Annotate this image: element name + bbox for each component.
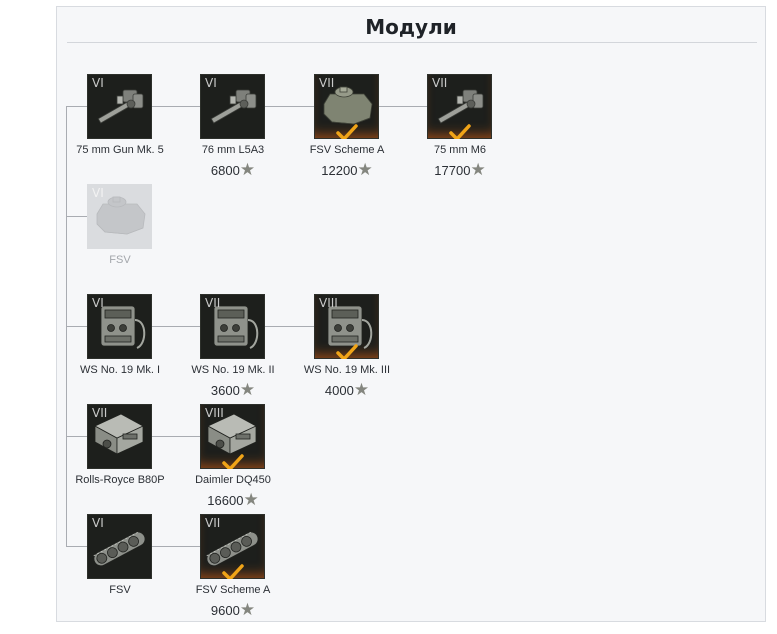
module-tile[interactable]: VI bbox=[87, 514, 152, 579]
module-tier: VII bbox=[432, 76, 448, 90]
module-tier: VI bbox=[205, 76, 217, 90]
module-name: FSV bbox=[109, 584, 131, 596]
module-name: 75 mm M6 bbox=[434, 144, 486, 156]
panel-title: Модули bbox=[365, 15, 457, 39]
module-tier: VII bbox=[205, 516, 221, 530]
installed-check-icon bbox=[336, 344, 358, 359]
experience-star-icon: ★ bbox=[239, 380, 256, 399]
module-name: Daimler DQ450 bbox=[195, 474, 271, 486]
module-tile[interactable]: VI bbox=[87, 74, 152, 139]
experience-star-icon: ★ bbox=[353, 380, 370, 399]
module-tier: VII bbox=[92, 406, 108, 420]
module-tier: VII bbox=[319, 76, 335, 90]
module-tile[interactable]: VII bbox=[200, 514, 265, 579]
experience-star-icon: ★ bbox=[239, 160, 256, 179]
module-tier: VIII bbox=[205, 406, 224, 420]
module-price: 9600★ bbox=[173, 600, 293, 620]
module-price: 6800★ bbox=[173, 160, 293, 180]
price-value: 17700 bbox=[434, 163, 471, 178]
module-name: FSV Scheme A bbox=[195, 584, 271, 596]
module-tier: VI bbox=[92, 76, 104, 90]
modules-panel: Модули VI 75 mm Gun Mk. 5 VI 76 mm L5A3 680… bbox=[56, 6, 766, 622]
module-name: Rolls-Royce B80P bbox=[75, 474, 165, 486]
price-value: 9600 bbox=[210, 603, 240, 618]
module-price: 16600★ bbox=[173, 490, 293, 510]
experience-star-icon: ★ bbox=[357, 160, 373, 179]
module-tile[interactable]: VII bbox=[314, 74, 379, 139]
price-value: 3600 bbox=[210, 383, 240, 398]
module-price: 4000★ bbox=[287, 380, 407, 400]
module-name: FSV bbox=[109, 254, 131, 266]
module-tier: VI bbox=[92, 186, 104, 200]
price-value: 16600 bbox=[207, 493, 244, 508]
installed-check-icon bbox=[222, 454, 244, 469]
module-tile[interactable]: VI bbox=[87, 184, 152, 249]
module-name: 76 mm L5A3 bbox=[201, 144, 265, 156]
module-name: WS No. 19 Mk. I bbox=[79, 364, 161, 376]
module-tile[interactable]: VI bbox=[87, 294, 152, 359]
title-divider bbox=[67, 42, 757, 43]
price-value: 4000 bbox=[324, 383, 354, 398]
module-tile[interactable]: VIII bbox=[200, 404, 265, 469]
installed-check-icon bbox=[336, 124, 358, 139]
installed-check-icon bbox=[449, 124, 471, 139]
experience-star-icon: ★ bbox=[470, 160, 486, 179]
module-tile[interactable]: VII bbox=[200, 294, 265, 359]
module-name: 75 mm Gun Mk. 5 bbox=[76, 144, 164, 156]
price-value: 12200 bbox=[321, 163, 358, 178]
module-price: 3600★ bbox=[173, 380, 293, 400]
tree-branch-line bbox=[66, 216, 87, 217]
module-tile[interactable]: VII bbox=[87, 404, 152, 469]
module-price: 12200★ bbox=[287, 160, 407, 180]
experience-star-icon: ★ bbox=[239, 600, 256, 619]
module-name: WS No. 19 Mk. III bbox=[303, 364, 391, 376]
module-tile[interactable]: VII bbox=[427, 74, 492, 139]
module-tier: VIII bbox=[319, 296, 338, 310]
module-tier: VII bbox=[205, 296, 221, 310]
module-name: FSV Scheme A bbox=[309, 144, 385, 156]
module-tier: VI bbox=[92, 516, 104, 530]
experience-star-icon: ★ bbox=[243, 490, 259, 509]
price-value: 6800 bbox=[210, 163, 240, 178]
module-name: WS No. 19 Mk. II bbox=[191, 364, 275, 376]
module-tile[interactable]: VIII bbox=[314, 294, 379, 359]
module-price: 17700★ bbox=[400, 160, 520, 180]
installed-check-icon bbox=[222, 564, 244, 579]
module-tile[interactable]: VI bbox=[200, 74, 265, 139]
module-tier: VI bbox=[92, 296, 104, 310]
